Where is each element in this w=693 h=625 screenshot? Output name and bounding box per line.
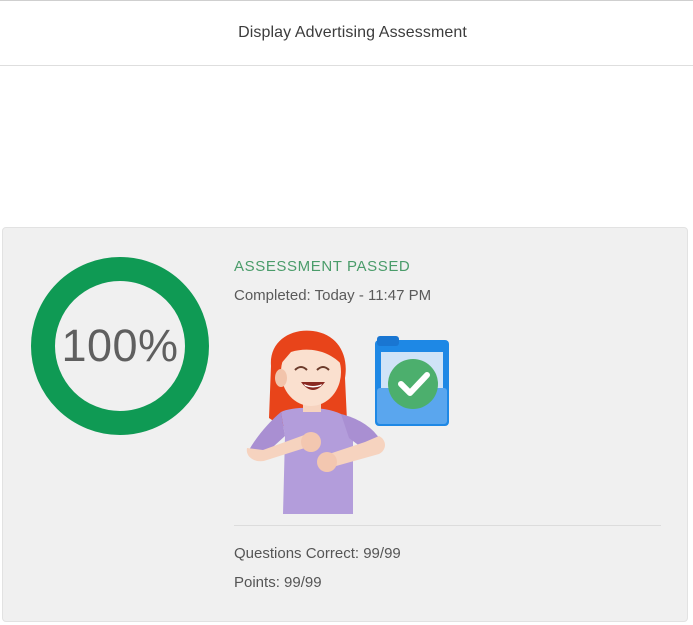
result-card: 100% ASSESSMENT PASSED Completed: Today … (2, 227, 688, 622)
questions-label: Questions Correct: (234, 545, 360, 562)
divider (234, 525, 661, 526)
completed-label: Completed: (234, 287, 311, 304)
ear-shape (275, 369, 287, 387)
score-ring: 100% (31, 257, 209, 435)
points: Points: 99/99 (234, 574, 322, 591)
questions-correct: Questions Correct: 99/99 (234, 545, 401, 562)
points-label: Points: (234, 574, 280, 591)
celebrating-woman-illustration (246, 330, 449, 514)
assessment-results-page: Display Advertising Assessment 100% ASSE… (0, 0, 693, 625)
clipboard-tab-shape (377, 336, 399, 346)
fist-left-shape (301, 432, 321, 452)
fist-right-shape (317, 452, 337, 472)
page-title: Display Advertising Assessment (238, 24, 467, 41)
completed-line: Completed: Today - 11:47 PM (234, 287, 431, 304)
page-header: Display Advertising Assessment (0, 0, 693, 66)
check-circle-icon (375, 336, 449, 426)
completed-time: Today - 11:47 PM (314, 287, 432, 304)
check-circle-shape (388, 359, 438, 409)
status-label: ASSESSMENT PASSED (234, 258, 411, 275)
score-percentage: 100% (61, 320, 179, 371)
questions-value: 99/99 (363, 545, 401, 562)
points-value: 99/99 (284, 574, 322, 591)
